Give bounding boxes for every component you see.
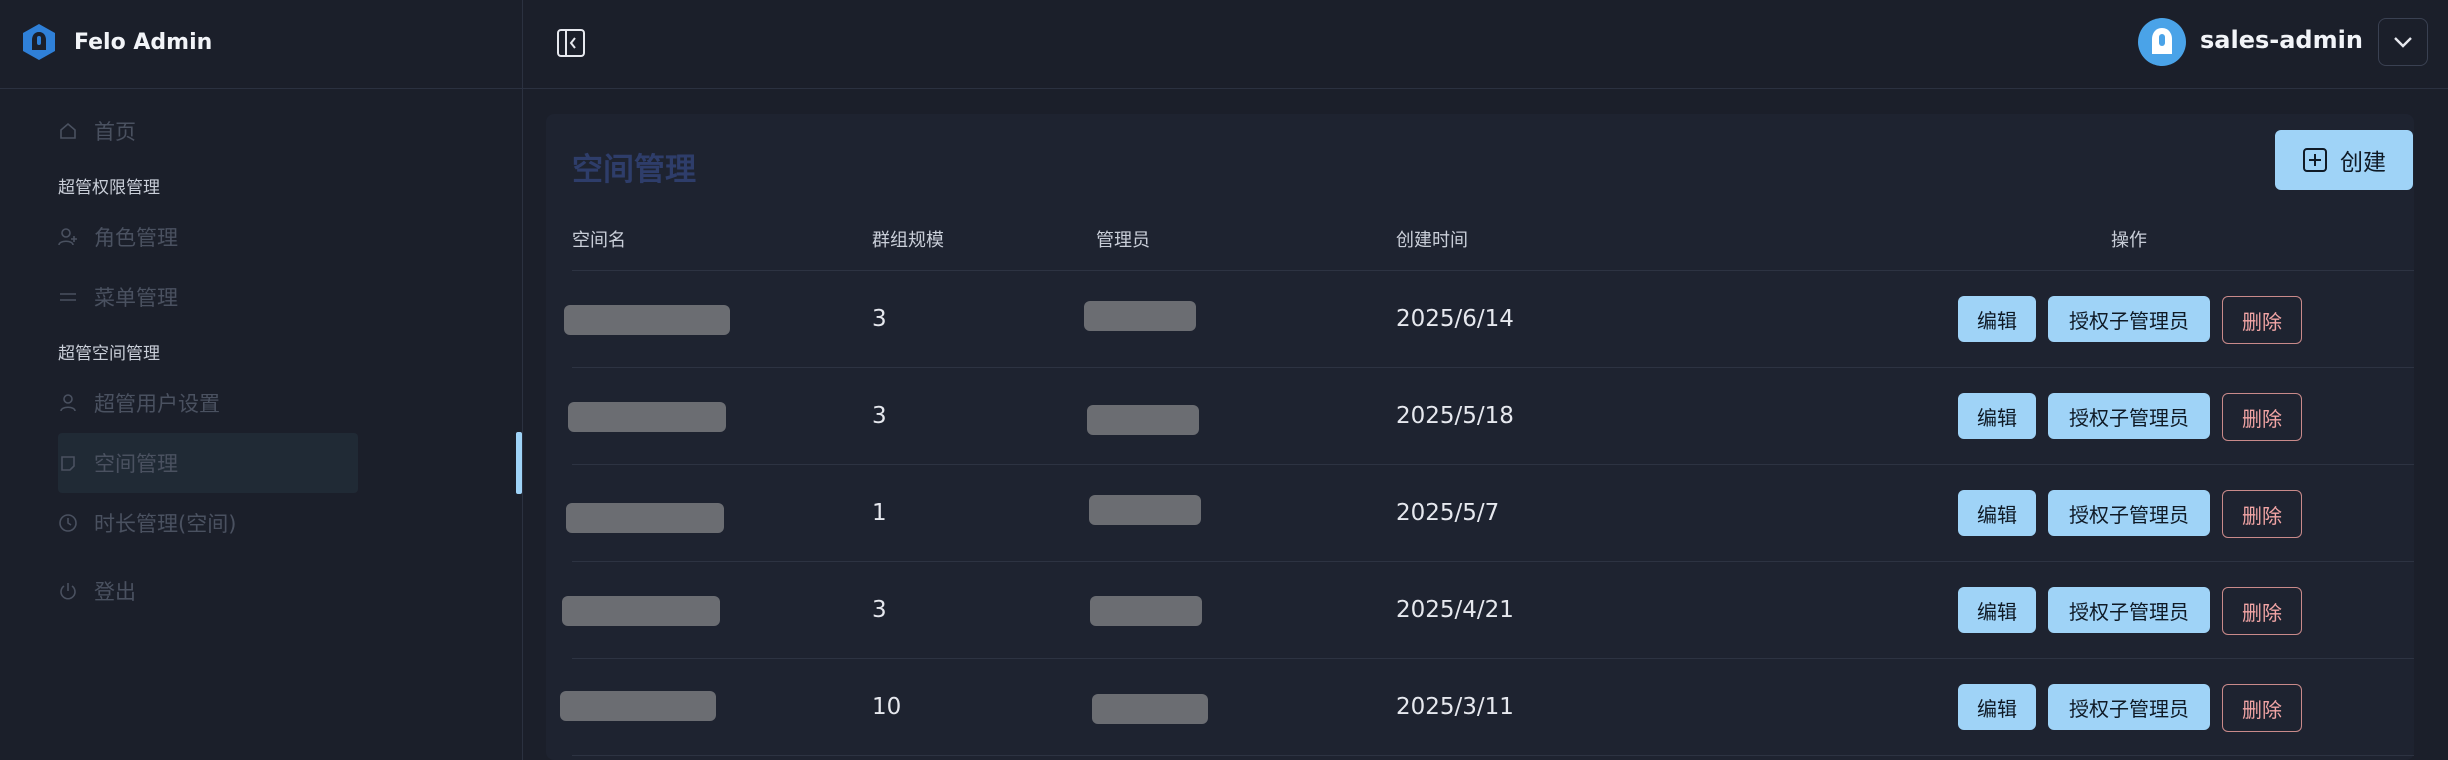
edit-button[interactable]: 编辑 bbox=[1958, 587, 2036, 633]
table-row: 3 2025/5/18 编辑 授权子管理员 删除 bbox=[546, 368, 2414, 464]
authorize-sub-admin-button[interactable]: 授权子管理员 bbox=[2048, 296, 2210, 342]
redacted-space-name bbox=[568, 402, 726, 432]
created-date-cell: 2025/3/11 bbox=[1396, 694, 1514, 720]
power-icon bbox=[58, 581, 78, 601]
delete-button[interactable]: 删除 bbox=[2222, 587, 2302, 635]
table-row: 10 2025/3/11 编辑 授权子管理员 删除 bbox=[546, 659, 2414, 755]
page-title: 空间管理 bbox=[572, 152, 696, 188]
sidebar-item-roles[interactable]: 角色管理 bbox=[58, 207, 358, 267]
redacted-admin bbox=[1084, 301, 1196, 331]
sidebar-group-permissions: 超管权限管理 bbox=[58, 178, 160, 198]
redacted-space-name bbox=[564, 305, 730, 335]
redacted-admin bbox=[1090, 596, 1202, 626]
column-header-admin: 管理员 bbox=[1096, 230, 1150, 251]
redacted-admin bbox=[1089, 495, 1201, 525]
sidebar-item-duration[interactable]: 时长管理(空间) bbox=[58, 493, 358, 553]
felo-logo-icon bbox=[23, 24, 55, 60]
create-button-label: 创建 bbox=[2340, 150, 2386, 176]
sidebar-collapse-icon bbox=[557, 29, 585, 57]
authorize-sub-admin-button[interactable]: 授权子管理员 bbox=[2048, 393, 2210, 439]
create-button[interactable]: 创建 bbox=[2275, 130, 2413, 190]
table-row: 3 2025/4/21 编辑 授权子管理员 删除 bbox=[546, 562, 2414, 658]
sidebar-item-home[interactable]: 首页 bbox=[58, 101, 358, 161]
sidebar-collapse-button[interactable] bbox=[556, 28, 586, 58]
sidebar-item-label: 角色管理 bbox=[94, 226, 178, 250]
app-title: Felo Admin bbox=[74, 29, 213, 55]
created-date-cell: 2025/5/18 bbox=[1396, 403, 1514, 429]
table-row: 3 2025/6/14 编辑 授权子管理员 删除 bbox=[546, 271, 2414, 367]
top-header: sales-admin bbox=[522, 0, 2448, 89]
sidebar-item-label: 超管用户设置 bbox=[94, 392, 220, 416]
sidebar-item-label: 时长管理(空间) bbox=[94, 512, 237, 536]
sidebar-item-label: 菜单管理 bbox=[94, 286, 178, 310]
column-header-group-size: 群组规模 bbox=[872, 230, 944, 251]
edit-button[interactable]: 编辑 bbox=[1958, 684, 2036, 730]
edit-button[interactable]: 编辑 bbox=[1958, 490, 2036, 536]
redacted-admin bbox=[1087, 405, 1199, 435]
plus-square-icon bbox=[2303, 148, 2327, 172]
sidebar-divider bbox=[0, 88, 522, 89]
sidebar-active-indicator bbox=[516, 432, 522, 494]
avatar-logo-icon bbox=[2152, 28, 2172, 54]
authorize-sub-admin-button[interactable]: 授权子管理员 bbox=[2048, 490, 2210, 536]
sidebar-item-logout[interactable]: 登出 bbox=[58, 561, 358, 621]
authorize-sub-admin-button[interactable]: 授权子管理员 bbox=[2048, 587, 2210, 633]
authorize-sub-admin-button[interactable]: 授权子管理员 bbox=[2048, 684, 2210, 730]
redacted-space-name bbox=[566, 503, 724, 533]
space-management-card: 空间管理 创建 空间名 群组规模 管理员 创建时间 操作 3 2025/6/14… bbox=[546, 114, 2414, 760]
edit-button[interactable]: 编辑 bbox=[1958, 393, 2036, 439]
sidebar-item-label: 首页 bbox=[94, 120, 136, 144]
chevron-down-icon bbox=[2394, 37, 2412, 48]
user-menu-button[interactable] bbox=[2378, 18, 2428, 66]
created-date-cell: 2025/5/7 bbox=[1396, 500, 1500, 526]
avatar[interactable] bbox=[2138, 18, 2186, 66]
table-divider bbox=[572, 755, 2414, 756]
sidebar-item-menus[interactable]: 菜单管理 bbox=[58, 267, 358, 327]
user-plus-icon bbox=[58, 227, 78, 247]
column-header-space-name: 空间名 bbox=[572, 230, 626, 251]
created-date-cell: 2025/6/14 bbox=[1396, 306, 1514, 332]
user-icon bbox=[58, 393, 78, 413]
delete-button[interactable]: 删除 bbox=[2222, 684, 2302, 732]
column-header-created: 创建时间 bbox=[1396, 230, 1468, 251]
space-icon bbox=[58, 453, 78, 473]
sidebar-group-spaces: 超管空间管理 bbox=[58, 344, 160, 364]
group-size-cell: 3 bbox=[872, 597, 887, 623]
group-size-cell: 3 bbox=[872, 403, 887, 429]
app-logo-row[interactable]: Felo Admin bbox=[20, 22, 212, 62]
table-row: 1 2025/5/7 编辑 授权子管理员 删除 bbox=[546, 465, 2414, 561]
group-size-cell: 10 bbox=[872, 694, 902, 720]
redacted-space-name bbox=[560, 691, 716, 721]
delete-button[interactable]: 删除 bbox=[2222, 490, 2302, 538]
home-icon bbox=[58, 121, 78, 141]
redacted-space-name bbox=[562, 596, 720, 626]
clock-icon bbox=[58, 513, 78, 533]
sidebar-item-label: 空间管理 bbox=[94, 452, 178, 476]
created-date-cell: 2025/4/21 bbox=[1396, 597, 1514, 623]
redacted-admin bbox=[1092, 694, 1208, 724]
menu-lines-icon bbox=[58, 287, 78, 307]
group-size-cell: 1 bbox=[872, 500, 887, 526]
sidebar-item-user-settings[interactable]: 超管用户设置 bbox=[58, 373, 358, 433]
delete-button[interactable]: 删除 bbox=[2222, 393, 2302, 441]
delete-button[interactable]: 删除 bbox=[2222, 296, 2302, 344]
sidebar-item-space-management[interactable]: 空间管理 bbox=[58, 433, 358, 493]
column-header-actions: 操作 bbox=[2111, 230, 2147, 251]
edit-button[interactable]: 编辑 bbox=[1958, 296, 2036, 342]
sidebar-item-label: 登出 bbox=[94, 580, 136, 604]
username[interactable]: sales-admin bbox=[2200, 26, 2363, 54]
group-size-cell: 3 bbox=[872, 306, 887, 332]
sidebar: Felo Admin 首页 超管权限管理 角色管理 菜单管理 超管空间管理 超管… bbox=[0, 0, 523, 760]
